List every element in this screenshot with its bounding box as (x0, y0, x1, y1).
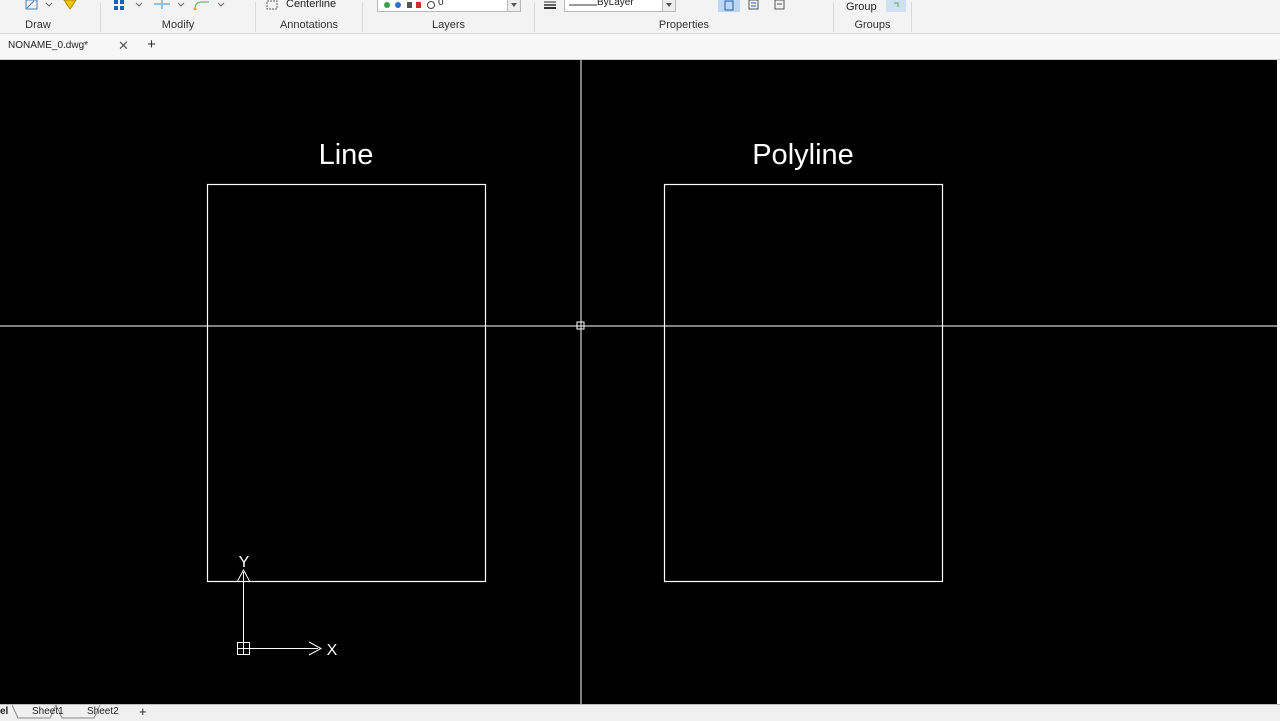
trim-icon[interactable] (153, 0, 171, 10)
drawing-canvas[interactable]: Line Polyline Y X (0, 60, 1280, 704)
hatch-icon[interactable] (24, 0, 40, 11)
modify-panel: Modify (101, 0, 255, 33)
layers-panel: 0 Layers (363, 0, 534, 33)
lineweight-icon[interactable] (543, 0, 557, 10)
list-icon[interactable] (747, 0, 761, 10)
fillet-icon[interactable] (193, 0, 211, 10)
chevron-down-icon[interactable] (45, 2, 53, 8)
layer-dropdown[interactable]: 0 (377, 0, 521, 12)
document-tab-bar (0, 34, 1280, 60)
properties-panel-title[interactable]: Properties (535, 19, 833, 31)
chevron-down-icon[interactable] (217, 2, 225, 8)
line-rectangle[interactable] (206, 183, 487, 583)
layout-tab-sheet1[interactable]: Sheet1 (32, 704, 64, 719)
panel-divider (911, 2, 912, 32)
linetype-preview-icon (569, 4, 597, 6)
linetype-value: ByLayer (597, 0, 634, 8)
new-tab-button[interactable]: + (143, 37, 160, 54)
group-select-icon[interactable] (886, 0, 906, 12)
line-label: Line (319, 139, 374, 171)
match-properties-icon[interactable] (718, 0, 740, 12)
layers-panel-title[interactable]: Layers (363, 19, 534, 31)
properties-panel: ByLayer Properties (535, 0, 833, 33)
add-layout-button[interactable]: + (139, 704, 147, 719)
polyline-label: Polyline (752, 139, 854, 171)
ribbon: Draw Modify Centerline Annotations 0 Lay… (0, 0, 1280, 34)
chevron-down-icon[interactable] (135, 2, 143, 8)
linetype-dropdown[interactable]: ByLayer (564, 0, 676, 12)
close-icon[interactable]: ✕ (118, 38, 129, 54)
array-icon[interactable] (113, 0, 129, 11)
layout-tab-bar (0, 704, 1280, 721)
properties-palette-icon[interactable] (773, 0, 787, 10)
layout-tab-sheet2[interactable]: Sheet2 (87, 704, 119, 719)
annotations-panel-title[interactable]: Annotations (256, 19, 362, 31)
polyline-rectangle[interactable] (663, 183, 944, 583)
layout-tab-model[interactable]: el (0, 704, 12, 719)
annotations-panel: Centerline Annotations (256, 0, 362, 33)
centerline-label[interactable]: Centerline (286, 0, 336, 10)
ucs-x-label: X (327, 642, 338, 659)
gradient-icon[interactable] (62, 0, 78, 10)
layer-name: 0 (438, 0, 444, 8)
groups-panel: Group Groups (834, 0, 911, 33)
modify-panel-title[interactable]: Modify (101, 19, 255, 31)
ucs-icon (236, 568, 323, 656)
draw-panel: Draw (0, 0, 78, 33)
group-button[interactable]: Group (846, 1, 877, 13)
groups-panel-title[interactable]: Groups (834, 19, 911, 31)
chevron-down-icon[interactable] (177, 2, 185, 8)
draw-panel-title[interactable]: Draw (0, 19, 76, 31)
document-tab-label[interactable]: NONAME_0.dwg* (8, 40, 88, 51)
chevron-down-icon[interactable] (662, 0, 675, 11)
chevron-down-icon[interactable] (507, 0, 520, 11)
centerline-icon[interactable] (266, 0, 280, 10)
ucs-y-label: Y (239, 554, 250, 571)
drawing-svg[interactable]: Line Polyline Y X (0, 60, 1280, 704)
layer-state-icons (384, 1, 435, 9)
